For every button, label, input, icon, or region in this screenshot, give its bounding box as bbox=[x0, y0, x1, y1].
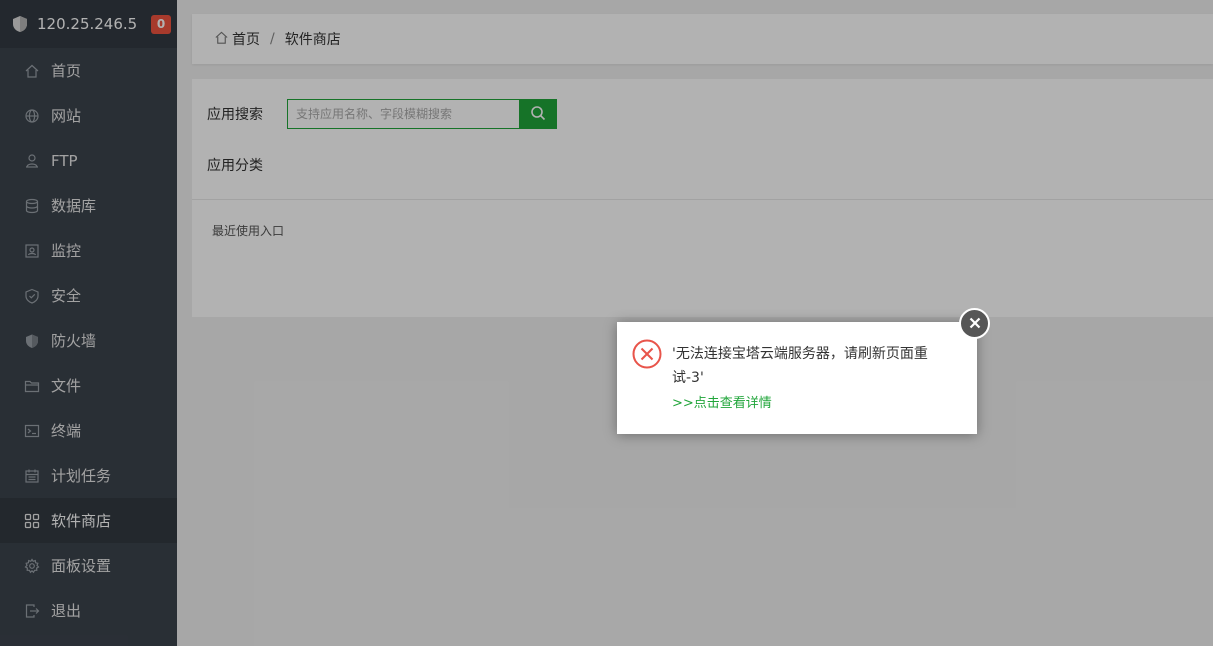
dialog-close-button[interactable] bbox=[959, 308, 990, 339]
modal-overlay[interactable] bbox=[0, 0, 1213, 646]
close-icon bbox=[969, 314, 981, 333]
error-icon bbox=[632, 339, 662, 369]
error-message: '无法连接宝塔云端服务器，请刷新页面重试-3' bbox=[672, 346, 928, 386]
error-dialog: '无法连接宝塔云端服务器，请刷新页面重试-3' >>点击查看详情 bbox=[617, 322, 977, 434]
view-details-link[interactable]: >>点击查看详情 bbox=[672, 392, 772, 411]
